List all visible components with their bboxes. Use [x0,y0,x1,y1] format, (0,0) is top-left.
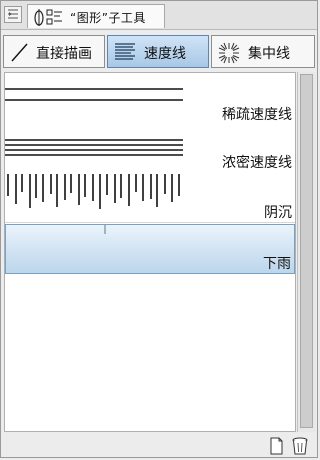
preset-name: 稀疏速度线 [222,107,292,123]
subtool-tab-row: 直接描画 速度线 集中线 [1,35,317,71]
preset-name: 下雨 [263,256,291,272]
collapse-icon [8,9,18,19]
tab-speed-lines-label: 速度线 [144,46,186,62]
tab-direct-draw-label: 直接描画 [36,46,92,62]
tab-focus-lines[interactable]: 集中线 [211,35,315,68]
palette-title-bar: “图形”子工具 [1,1,317,30]
list-scrollbar[interactable] [297,72,316,432]
scrollbar-thumb[interactable] [300,74,313,428]
preset-list: 稀疏速度线 浓密速度线 阴沉 下雨 [4,72,296,432]
preset-item-dense[interactable]: 浓密速度线 [5,124,295,173]
figure-tool-icon [34,9,62,26]
focus-lines-icon [218,42,240,64]
delete-preset-button[interactable] [290,436,310,456]
subtool-palette: “图形”子工具 直接描画 速度线 集中线 稀疏速度线 浓密速度线 阴沉 下雨 [0,0,318,458]
palette-tab[interactable]: “图形”子工具 [27,4,165,28]
straight-line-icon [11,43,28,62]
speed-lines-icon [115,43,135,60]
preset-name: 浓密速度线 [222,155,292,171]
palette-footer [1,433,317,457]
tab-speed-lines[interactable]: 速度线 [107,35,209,68]
preset-name: 阴沉 [264,205,292,221]
tab-direct-draw[interactable]: 直接描画 [3,35,105,68]
rain-lines-preview [104,225,106,234]
preset-item-rain[interactable]: 下雨 [5,224,295,274]
preset-item-gloomy[interactable]: 阴沉 [5,172,295,223]
new-preset-icon [270,437,283,455]
preset-item-sparse[interactable]: 稀疏速度线 [5,73,295,125]
gloomy-lines-preview [7,174,180,209]
palette-title: “图形”子工具 [70,11,146,25]
collapse-palette-button[interactable] [4,6,22,23]
new-preset-button[interactable] [266,436,286,456]
trash-icon [292,437,308,455]
tab-focus-lines-label: 集中线 [248,46,290,62]
